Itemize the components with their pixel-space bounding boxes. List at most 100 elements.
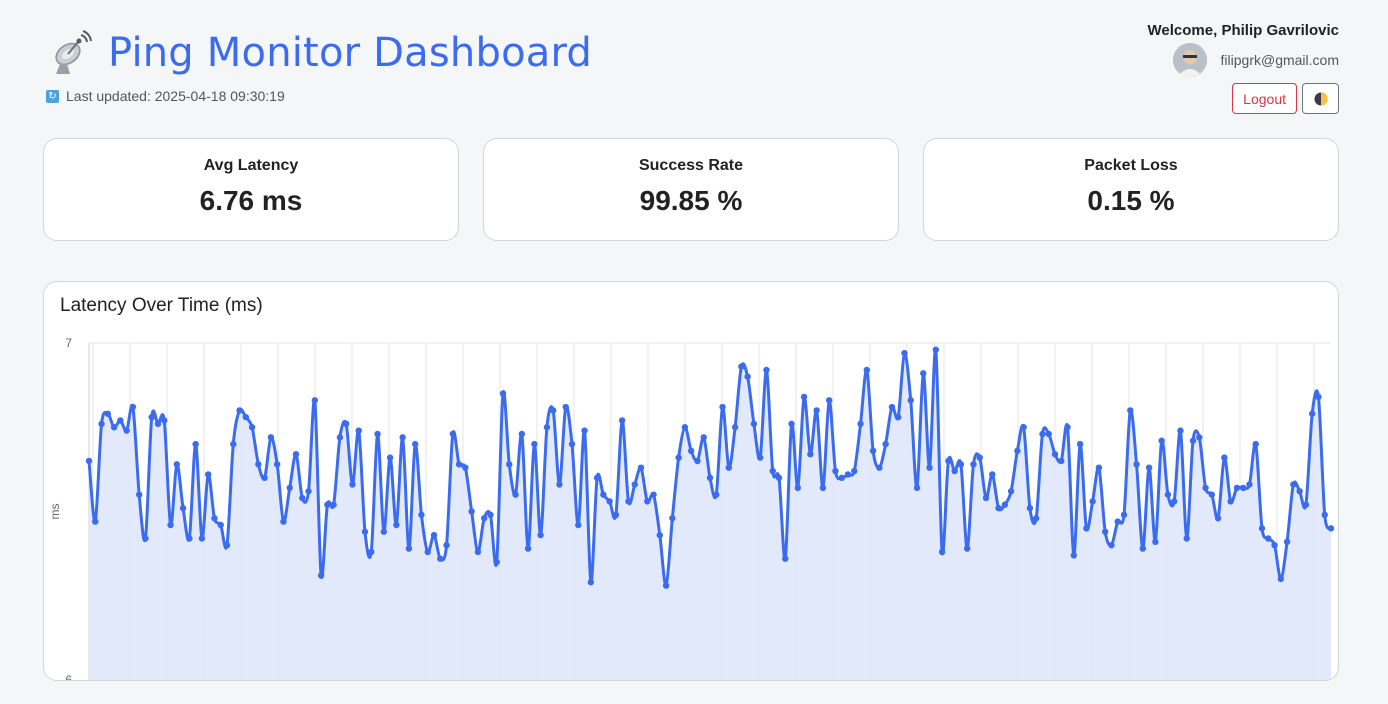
y-tick-label: 6	[65, 673, 72, 681]
data-point	[104, 410, 112, 417]
data-point	[430, 531, 438, 539]
data-point	[198, 535, 206, 542]
page-title: Ping Monitor Dashboard	[108, 30, 592, 76]
data-point	[1089, 498, 1096, 505]
avatar	[1172, 43, 1207, 77]
data-point	[411, 440, 419, 448]
data-point	[662, 582, 670, 589]
data-point	[681, 424, 689, 431]
data-point	[625, 498, 632, 505]
data-point	[650, 491, 657, 498]
data-point	[474, 548, 482, 556]
data-point	[1227, 498, 1234, 505]
data-point	[1064, 424, 1071, 431]
data-point	[1202, 484, 1209, 492]
data-point	[844, 471, 852, 478]
data-point	[568, 440, 576, 448]
data-point	[549, 407, 557, 414]
data-point	[248, 424, 256, 431]
data-point	[838, 474, 845, 481]
satellite-antenna-icon	[55, 30, 92, 74]
data-point	[324, 501, 331, 508]
data-point	[368, 548, 375, 556]
data-point	[656, 531, 664, 539]
data-point	[562, 403, 569, 411]
chart-title: Latency Over Time (ms)	[60, 295, 263, 316]
logout-button[interactable]: Logout	[1232, 83, 1297, 114]
data-point	[167, 521, 174, 529]
data-point	[1327, 525, 1335, 532]
data-point	[951, 467, 958, 475]
data-point	[242, 413, 250, 421]
data-point	[1114, 518, 1121, 525]
data-point	[1233, 484, 1241, 492]
data-point	[926, 464, 933, 471]
data-point	[637, 464, 645, 471]
data-point	[349, 481, 356, 488]
data-point	[1014, 447, 1021, 455]
data-point	[330, 501, 337, 508]
data-point	[518, 430, 526, 438]
data-point	[700, 434, 707, 441]
data-point	[1239, 484, 1247, 492]
data-point	[1145, 464, 1153, 471]
data-point	[1108, 542, 1115, 549]
data-point	[738, 363, 745, 370]
data-point	[211, 515, 218, 522]
data-point	[186, 535, 193, 542]
user-actions: Logout	[1232, 83, 1339, 114]
data-point	[480, 515, 488, 522]
data-point	[142, 535, 149, 542]
data-point	[938, 548, 946, 556]
card-value: 0.15 %	[1087, 185, 1175, 216]
data-point	[832, 467, 839, 475]
data-point	[462, 464, 469, 471]
theme-toggle-button[interactable]	[1302, 83, 1339, 114]
user-row: filipgrk@gmail.com	[1172, 43, 1339, 77]
data-point	[261, 474, 268, 481]
data-point	[618, 417, 626, 424]
data-point	[982, 494, 990, 502]
data-point	[1058, 457, 1065, 465]
data-point	[687, 447, 695, 455]
data-point	[750, 420, 758, 428]
welcome-text: Welcome, Philip Gavrilovic	[1147, 22, 1339, 39]
data-point	[267, 434, 275, 441]
data-point	[1076, 440, 1084, 448]
data-point	[744, 373, 751, 380]
data-point	[1315, 393, 1322, 401]
data-point	[204, 471, 212, 478]
data-point	[286, 484, 293, 492]
data-point	[135, 491, 143, 498]
data-point	[1139, 545, 1147, 552]
user-email: filipgrk@gmail.com	[1220, 52, 1339, 68]
y-tick-label: 7	[65, 336, 72, 350]
avg-latency-card: Avg Latency 6.76 ms	[43, 138, 459, 241]
data-point	[857, 420, 864, 428]
data-point	[788, 420, 795, 428]
data-point	[117, 417, 124, 424]
data-point	[543, 424, 551, 431]
user-panel: Welcome, Philip Gavrilovic filipgrk@gmai…	[1148, 22, 1339, 114]
data-point	[556, 481, 563, 488]
data-point	[499, 390, 507, 397]
data-point	[1170, 498, 1178, 505]
data-point	[669, 515, 676, 522]
data-point	[1283, 538, 1291, 546]
packet-loss-card: Packet Loss 0.15 %	[923, 138, 1339, 241]
data-point	[694, 457, 701, 465]
card-value: 6.76 ms	[199, 185, 303, 216]
data-point	[1032, 515, 1040, 522]
data-point	[299, 494, 306, 502]
data-point	[1101, 528, 1109, 535]
data-point	[1258, 525, 1266, 532]
data-point	[512, 491, 519, 498]
data-point	[932, 346, 940, 353]
data-point	[1051, 451, 1059, 458]
last-updated: ↻ Last updated: 2025-04-18 09:30:19	[46, 88, 285, 104]
data-point	[894, 413, 902, 421]
data-point	[292, 451, 300, 458]
data-point	[85, 457, 93, 465]
data-point	[393, 521, 400, 529]
data-point	[336, 434, 344, 441]
